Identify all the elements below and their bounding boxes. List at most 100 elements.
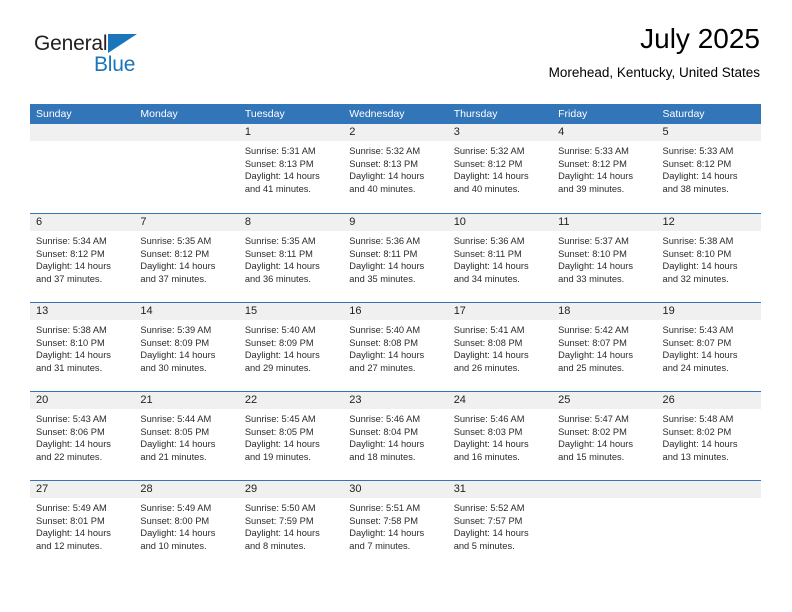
day-cell[interactable]: 16 Sunrise: 5:40 AM Sunset: 8:08 PM Dayl…: [343, 303, 448, 391]
day-details: Sunrise: 5:43 AM Sunset: 8:07 PM Dayligh…: [657, 320, 761, 374]
sunset-text: Sunset: 8:12 PM: [36, 248, 105, 259]
day-number: 28: [140, 483, 153, 495]
daylight-text-line2: and 22 minutes.: [36, 451, 103, 462]
day-cell[interactable]: 24 Sunrise: 5:46 AM Sunset: 8:03 PM Dayl…: [447, 392, 553, 480]
day-cell[interactable]: 12 Sunrise: 5:38 AM Sunset: 8:10 PM Dayl…: [656, 214, 761, 302]
day-number-band: 31: [447, 481, 553, 498]
daylight-text-line1: Daylight: 14 hours: [453, 528, 529, 539]
day-cell[interactable]: [134, 124, 239, 213]
sunset-text: Sunset: 8:02 PM: [662, 426, 732, 437]
day-details: Sunrise: 5:35 AM Sunset: 8:12 PM Dayligh…: [134, 231, 238, 285]
day-cell[interactable]: [30, 124, 135, 213]
day-cell[interactable]: [656, 481, 761, 569]
day-cell[interactable]: 21 Sunrise: 5:44 AM Sunset: 8:05 PM Dayl…: [134, 392, 239, 480]
daylight-text-line1: Daylight: 14 hours: [36, 261, 111, 272]
day-cell[interactable]: 18 Sunrise: 5:42 AM Sunset: 8:07 PM Dayl…: [552, 303, 657, 391]
day-cell[interactable]: 22 Sunrise: 5:45 AM Sunset: 8:05 PM Dayl…: [238, 392, 344, 480]
day-cell[interactable]: 11 Sunrise: 5:37 AM Sunset: 8:10 PM Dayl…: [552, 214, 657, 302]
daylight-text-line2: and 13 minutes.: [662, 451, 729, 462]
sunset-text: Sunset: 8:11 PM: [244, 248, 313, 259]
day-details: Sunrise: 5:34 AM Sunset: 8:12 PM Dayligh…: [30, 231, 134, 285]
daylight-text-line1: Daylight: 14 hours: [140, 261, 216, 272]
day-cell[interactable]: 31 Sunrise: 5:52 AM Sunset: 7:57 PM Dayl…: [447, 481, 553, 569]
sunrise-text: Sunrise: 5:33 AM: [662, 146, 734, 156]
day-cell[interactable]: 19 Sunrise: 5:43 AM Sunset: 8:07 PM Dayl…: [656, 303, 761, 391]
daylight-text-line1: Daylight: 14 hours: [36, 439, 111, 450]
day-number-band: 8: [238, 214, 344, 231]
day-details: Sunrise: 5:49 AM Sunset: 8:01 PM Dayligh…: [30, 498, 134, 552]
day-cell[interactable]: 10 Sunrise: 5:36 AM Sunset: 8:11 PM Dayl…: [447, 214, 553, 302]
day-details: Sunrise: 5:32 AM Sunset: 8:12 PM Dayligh…: [448, 141, 552, 195]
day-cell[interactable]: 28 Sunrise: 5:49 AM Sunset: 8:00 PM Dayl…: [134, 481, 239, 569]
daylight-text-line1: Daylight: 14 hours: [662, 261, 738, 272]
daylight-text-line2: and 40 minutes.: [453, 183, 520, 194]
weekday-header-thursday: Thursday: [453, 108, 498, 120]
day-cell[interactable]: 7 Sunrise: 5:35 AM Sunset: 8:12 PM Dayli…: [134, 214, 239, 302]
day-cell[interactable]: 20 Sunrise: 5:43 AM Sunset: 8:06 PM Dayl…: [30, 392, 135, 480]
sunset-text: Sunset: 8:08 PM: [453, 337, 523, 348]
day-number-band: 26: [656, 392, 761, 409]
daylight-text-line1: Daylight: 14 hours: [36, 350, 111, 361]
day-number-band: 28: [134, 481, 239, 498]
daylight-text-line2: and 10 minutes.: [140, 540, 207, 551]
day-cell[interactable]: 5 Sunrise: 5:33 AM Sunset: 8:12 PM Dayli…: [656, 124, 761, 213]
sunset-text: Sunset: 8:00 PM: [140, 515, 210, 526]
sunrise-text: Sunrise: 5:32 AM: [453, 146, 525, 156]
sunset-text: Sunset: 7:57 PM: [453, 515, 523, 526]
day-number-band: 1: [238, 124, 344, 141]
sunset-text: Sunset: 8:09 PM: [140, 337, 210, 348]
daylight-text-line2: and 21 minutes.: [140, 451, 207, 462]
day-details: Sunrise: 5:45 AM Sunset: 8:05 PM Dayligh…: [239, 409, 343, 463]
daylight-text-line2: and 36 minutes.: [244, 273, 311, 284]
day-cell[interactable]: 15 Sunrise: 5:40 AM Sunset: 8:09 PM Dayl…: [238, 303, 344, 391]
day-number: 7: [140, 216, 147, 228]
day-number: 24: [453, 394, 466, 406]
day-cell[interactable]: 26 Sunrise: 5:48 AM Sunset: 8:02 PM Dayl…: [656, 392, 761, 480]
day-cell[interactable]: 23 Sunrise: 5:46 AM Sunset: 8:04 PM Dayl…: [343, 392, 448, 480]
day-cell[interactable]: 8 Sunrise: 5:35 AM Sunset: 8:11 PM Dayli…: [238, 214, 344, 302]
day-cell[interactable]: 30 Sunrise: 5:51 AM Sunset: 7:58 PM Dayl…: [343, 481, 448, 569]
day-cell[interactable]: 29 Sunrise: 5:50 AM Sunset: 7:59 PM Dayl…: [238, 481, 344, 569]
weekday-header-row: Sunday Monday Tuesday Wednesday Thursday…: [30, 104, 761, 124]
day-cell[interactable]: 2 Sunrise: 5:32 AM Sunset: 8:13 PM Dayli…: [343, 124, 448, 213]
daylight-text-line2: and 39 minutes.: [558, 183, 625, 194]
day-cell[interactable]: 1 Sunrise: 5:31 AM Sunset: 8:13 PM Dayli…: [238, 124, 344, 213]
sunset-text: Sunset: 8:07 PM: [558, 337, 627, 348]
day-cell[interactable]: 13 Sunrise: 5:38 AM Sunset: 8:10 PM Dayl…: [30, 303, 135, 391]
daylight-text-line1: Daylight: 14 hours: [558, 439, 634, 450]
daylight-text-line2: and 32 minutes.: [662, 273, 729, 284]
day-cell[interactable]: 6 Sunrise: 5:34 AM Sunset: 8:12 PM Dayli…: [30, 214, 135, 302]
day-cell[interactable]: 9 Sunrise: 5:36 AM Sunset: 8:11 PM Dayli…: [343, 214, 448, 302]
daylight-text-line1: Daylight: 14 hours: [244, 261, 320, 272]
day-details: Sunrise: 5:47 AM Sunset: 8:02 PM Dayligh…: [552, 409, 656, 463]
day-cell[interactable]: 17 Sunrise: 5:41 AM Sunset: 8:08 PM Dayl…: [447, 303, 553, 391]
day-number: 2: [349, 126, 356, 138]
daylight-text-line2: and 12 minutes.: [36, 540, 103, 551]
day-number: 3: [453, 126, 460, 138]
weekday-header-saturday: Saturday: [662, 108, 705, 120]
day-number: 22: [244, 394, 258, 406]
day-number: 4: [558, 126, 565, 138]
day-cell[interactable]: 14 Sunrise: 5:39 AM Sunset: 8:09 PM Dayl…: [134, 303, 239, 391]
sunrise-text: Sunrise: 5:32 AM: [349, 146, 421, 156]
sunrise-text: Sunrise: 5:46 AM: [349, 414, 421, 424]
day-details: Sunrise: 5:49 AM Sunset: 8:00 PM Dayligh…: [134, 498, 238, 552]
daylight-text-line2: and 31 minutes.: [36, 362, 103, 373]
daylight-text-line2: and 37 minutes.: [140, 273, 207, 284]
day-cell[interactable]: 3 Sunrise: 5:32 AM Sunset: 8:12 PM Dayli…: [447, 124, 553, 213]
sunrise-text: Sunrise: 5:45 AM: [244, 414, 316, 424]
day-cell[interactable]: 25 Sunrise: 5:47 AM Sunset: 8:02 PM Dayl…: [552, 392, 657, 480]
day-cell[interactable]: 27 Sunrise: 5:49 AM Sunset: 8:01 PM Dayl…: [30, 481, 135, 569]
day-cell[interactable]: [552, 481, 657, 569]
day-number: 12: [662, 216, 675, 228]
daylight-text-line2: and 5 minutes.: [453, 540, 515, 551]
day-number-band: 7: [134, 214, 239, 231]
week-row: 1 Sunrise: 5:31 AM Sunset: 8:13 PM Dayli…: [30, 124, 761, 213]
day-number-band: 16: [343, 303, 448, 320]
daylight-text-line1: Daylight: 14 hours: [244, 350, 320, 361]
sunrise-text: Sunrise: 5:38 AM: [662, 236, 734, 246]
daylight-text-line1: Daylight: 14 hours: [662, 171, 738, 182]
sunrise-text: Sunrise: 5:49 AM: [140, 503, 212, 513]
daylight-text-line2: and 25 minutes.: [558, 362, 625, 373]
day-cell[interactable]: 4 Sunrise: 5:33 AM Sunset: 8:12 PM Dayli…: [552, 124, 657, 213]
